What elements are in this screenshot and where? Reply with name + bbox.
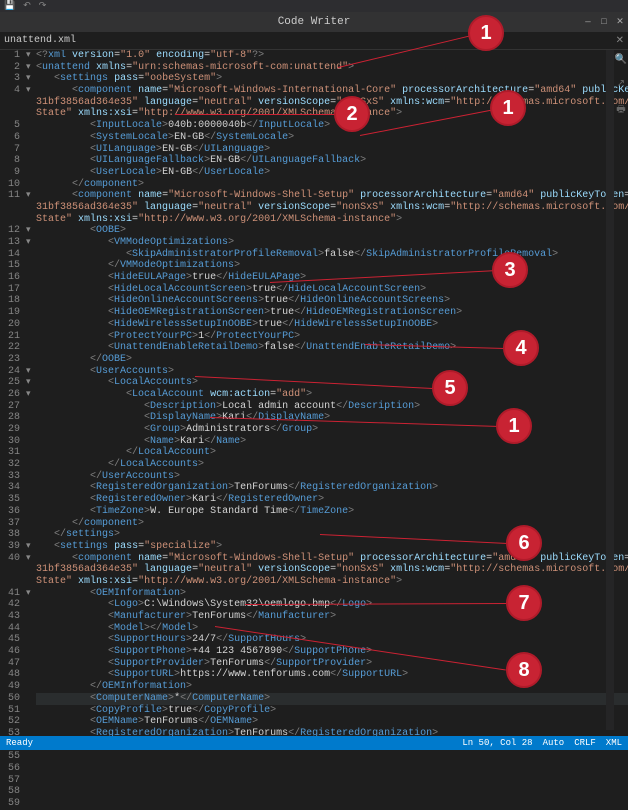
annotation-marker-1: 1 <box>496 408 532 444</box>
save-icon[interactable]: 💾 <box>4 1 15 11</box>
right-sidebar: 🔍 ↗ 🖶 <box>614 50 628 119</box>
code-content[interactable]: <?xml version="1.0" encoding="utf-8"?><u… <box>36 50 628 743</box>
annotation-marker-3: 3 <box>492 252 528 288</box>
close-button[interactable]: ✕ <box>612 14 628 30</box>
minimize-button[interactable]: — <box>580 14 596 30</box>
minimap[interactable] <box>606 50 614 730</box>
search-icon[interactable]: 🔍 <box>614 54 628 66</box>
toolbar: 💾 ↶ ↷ <box>0 0 628 12</box>
status-ready: Ready <box>0 738 33 748</box>
annotation-marker-6: 6 <box>506 525 542 561</box>
tab-filename: unattend.xml <box>4 35 76 46</box>
line-numbers: 1234567891011121314151617181920212223242… <box>0 50 26 743</box>
titlebar: Code Writer — □ ✕ <box>0 12 628 32</box>
status-position[interactable]: Ln 50, Col 28 <box>462 738 532 748</box>
redo-icon[interactable]: ↷ <box>39 1 47 11</box>
print-icon[interactable]: 🖶 <box>614 102 628 119</box>
status-bar: Ready Ln 50, Col 28 Auto CRLF XML <box>0 736 628 750</box>
annotation-marker-2: 2 <box>334 96 370 132</box>
share-icon[interactable]: ↗ <box>614 78 628 90</box>
annotation-marker-1: 1 <box>490 90 526 126</box>
app-title: Code Writer <box>278 16 351 28</box>
annotation-marker-1: 1 <box>468 15 504 51</box>
fold-gutter[interactable]: ▾▾▾▾▾▾▾▾▾▾▾▾▾ <box>26 50 36 743</box>
annotation-marker-4: 4 <box>503 330 539 366</box>
maximize-button[interactable]: □ <box>596 14 612 30</box>
editor-tab[interactable]: unattend.xml ✕ <box>0 32 628 50</box>
tab-close-icon[interactable]: ✕ <box>616 35 624 47</box>
annotation-marker-8: 8 <box>506 652 542 688</box>
editor-area[interactable]: 1234567891011121314151617181920212223242… <box>0 50 628 743</box>
annotation-marker-5: 5 <box>432 370 468 406</box>
status-encoding[interactable]: Auto <box>543 738 565 748</box>
annotation-marker-7: 7 <box>506 585 542 621</box>
undo-icon[interactable]: ↶ <box>23 1 31 11</box>
status-language[interactable]: XML <box>606 738 622 748</box>
status-eol[interactable]: CRLF <box>574 738 596 748</box>
